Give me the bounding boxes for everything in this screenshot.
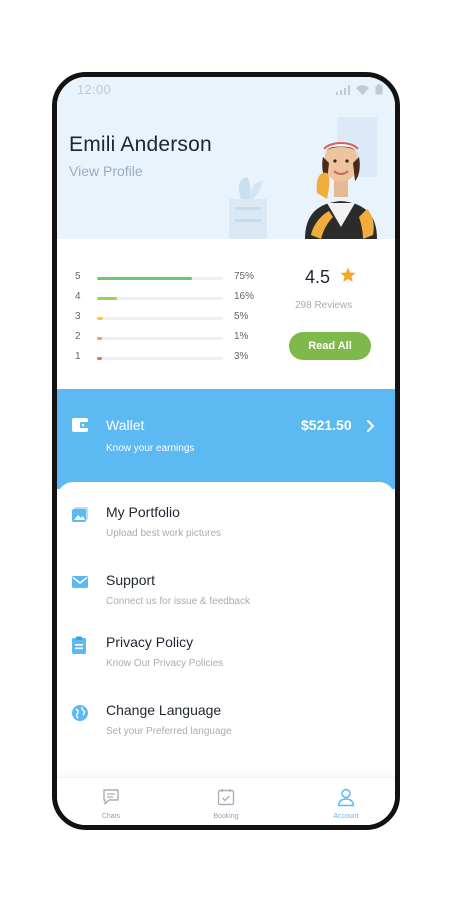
calendar-check-icon [217,789,235,806]
wallet-card[interactable]: Wallet Know your earnings $521.50 [57,389,395,489]
wallet-balance: $521.50 [301,417,352,433]
battery-icon [375,84,383,95]
view-profile-link[interactable]: View Profile [69,163,143,179]
menu-item-subtitle: Know Our Privacy Policies [106,658,224,669]
rating-star-label: 3 [75,311,81,322]
wallet-icon [72,418,89,432]
rating-percent: 1% [234,331,249,342]
rating-bar-fill [97,357,103,360]
rating-star-label: 1 [75,351,81,362]
rating-star-label: 4 [75,291,81,302]
menu-item-title: Privacy Policy [106,634,194,650]
rating-percent: 3% [234,351,249,362]
average-rating: 4.5 [305,267,331,287]
menu-item-subtitle: Upload best work pictures [106,528,222,539]
menu-item-title: Support [106,572,156,588]
nav-label: Chats [101,813,121,820]
nav-booking[interactable]: Booking [196,787,256,821]
status-time: 12:00 [77,82,112,97]
menu-item-portfolio[interactable]: My Portfolio Upload best work pictures [57,504,395,556]
clipboard-icon [72,636,86,654]
bottom-nav: Chats Booking Account [57,777,395,825]
wifi-icon [356,84,369,95]
ratings-section: 5 75% 4 16% 3 5% 2 1% 1 3% 4.5 298 Revie… [57,239,395,389]
user-icon [337,788,355,807]
rating-bar [97,337,223,340]
menu-item-title: My Portfolio [106,504,180,520]
rating-percent: 75% [234,271,255,282]
nav-account[interactable]: Account [316,787,376,821]
chat-icon [103,789,119,805]
menu-item-support[interactable]: Support Connect us for issue & feedback [57,572,395,624]
wallet-title: Wallet [106,417,145,433]
rating-bar-fill [97,277,192,280]
rating-row-4: 4 16% [57,291,257,305]
wallet-subtitle: Know your earnings [106,443,195,454]
rating-star-label: 2 [75,331,81,342]
rating-percent: 5% [234,311,249,322]
image-icon [72,507,88,522]
menu-item-subtitle: Set your Preferred language [106,726,232,737]
rating-row-1: 1 3% [57,351,257,365]
menu-sheet: My Portfolio Upload best work pictures S… [57,482,395,778]
profile-name: Emili Anderson [69,133,212,156]
menu-item-change-language[interactable]: Change Language Set your Preferred langu… [57,702,395,754]
rating-row-2: 2 1% [57,331,257,345]
mail-icon [72,576,88,588]
rating-bar [97,277,223,280]
rating-bar-fill [97,297,118,300]
rating-bar-fill [97,337,103,340]
nav-label: Account [333,813,359,820]
rating-row-3: 3 5% [57,311,257,325]
signal-icon [336,84,350,95]
read-all-button[interactable]: Read All [289,332,371,360]
profile-header: 12:00 Emili Anderson View Profile [57,77,395,239]
profile-photo [229,117,377,239]
rating-bar-fill [97,317,104,320]
rating-bar [97,357,223,360]
rating-bar [97,297,223,300]
nav-chats[interactable]: Chats [81,787,141,821]
screen: 12:00 Emili Anderson View Profile 5 75% … [57,77,395,825]
menu-item-privacy-policy[interactable]: Privacy Policy Know Our Privacy Policies [57,634,395,686]
rating-percent: 16% [234,291,255,302]
phone-frame: 12:00 Emili Anderson View Profile 5 75% … [52,72,400,830]
status-bar: 12:00 [57,77,395,101]
status-icons [336,84,383,95]
star-icon [340,267,356,282]
rating-bar [97,317,223,320]
menu-item-subtitle: Connect us for issue & feedback [106,596,250,607]
nav-label: Booking [213,813,239,820]
rating-star-label: 5 [75,271,81,282]
chevron-right-icon[interactable] [366,419,376,433]
menu-item-title: Change Language [106,702,222,718]
globe-icon [72,705,88,721]
review-count: 298 Reviews [295,300,353,311]
rating-row-5: 5 75% [57,271,257,285]
